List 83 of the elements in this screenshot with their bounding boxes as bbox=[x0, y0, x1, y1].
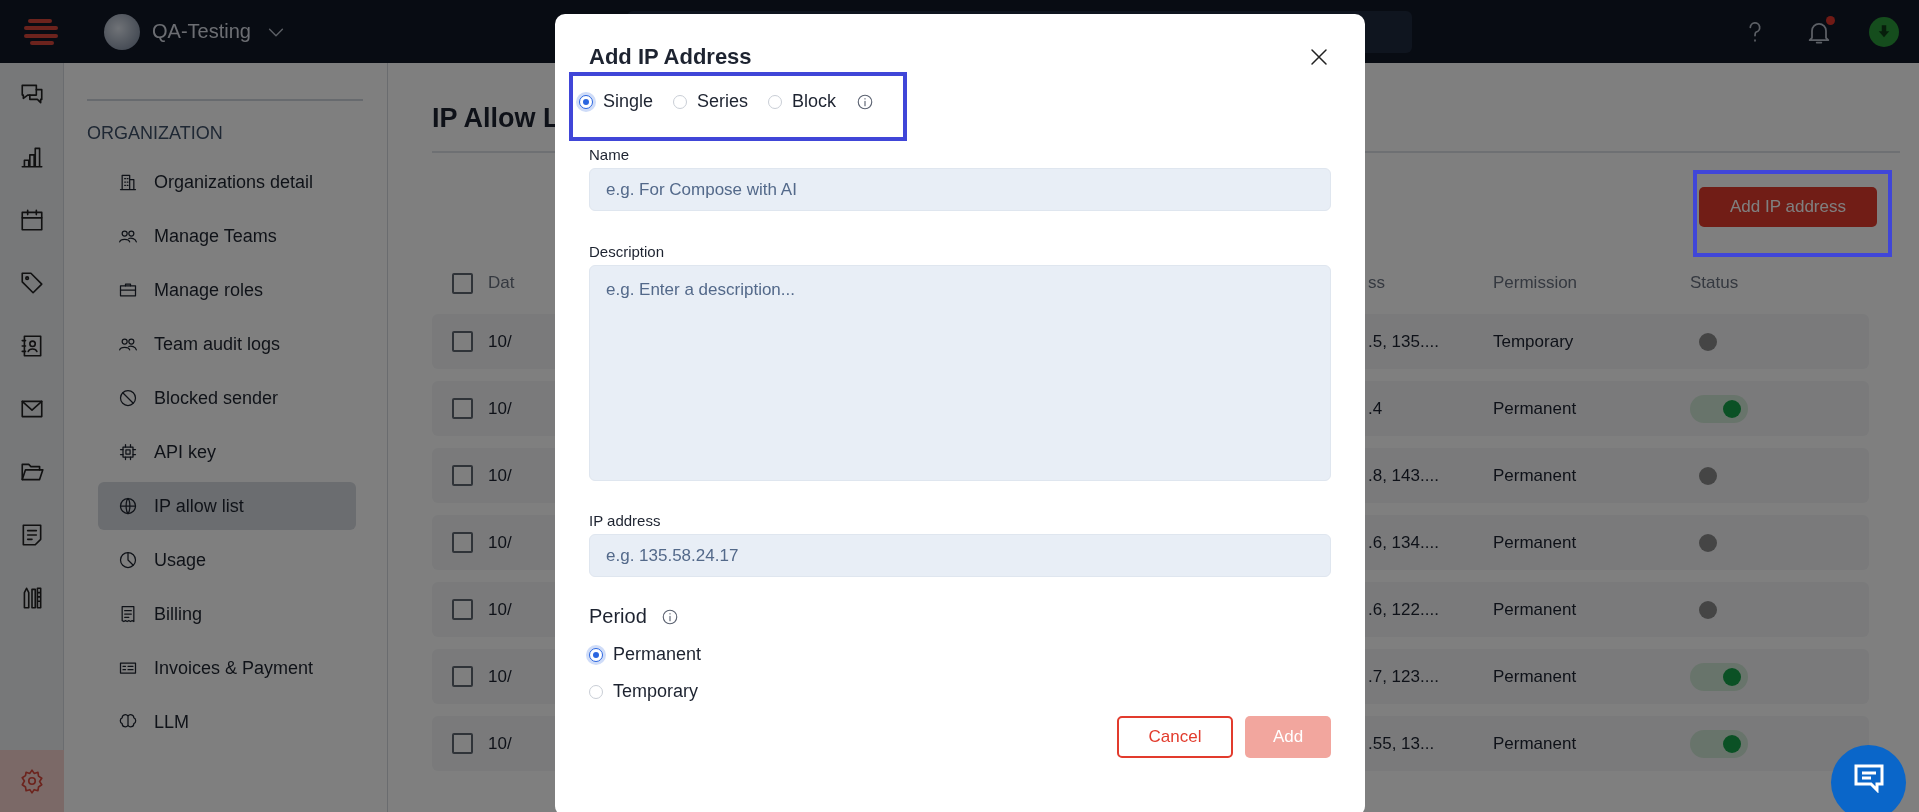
status-toggle[interactable] bbox=[1690, 662, 1748, 691]
sidebar-item[interactable]: IP allow list bbox=[98, 482, 356, 530]
row-checkbox[interactable] bbox=[452, 398, 473, 419]
pie-chart-icon bbox=[118, 550, 138, 570]
period-radio[interactable]: Temporary bbox=[589, 681, 699, 702]
table-cell: .55, 13... bbox=[1368, 733, 1435, 754]
column-header: ss bbox=[1368, 273, 1385, 293]
sidebar-item[interactable]: Organizations detail bbox=[98, 158, 356, 206]
table-cell: 10/ bbox=[488, 599, 512, 620]
status-toggle[interactable] bbox=[1699, 332, 1717, 351]
row-checkbox[interactable] bbox=[452, 465, 473, 486]
row-checkbox[interactable] bbox=[452, 666, 473, 687]
table-cell: Permanent bbox=[1493, 733, 1577, 754]
ip-address-field[interactable]: e.g. 135.58.24.17 bbox=[589, 534, 1331, 577]
type-radio[interactable]: Block bbox=[768, 91, 837, 112]
status-toggle[interactable] bbox=[1690, 729, 1748, 758]
rail-button[interactable] bbox=[0, 750, 64, 812]
info-icon bbox=[660, 607, 679, 626]
section-heading: ORGANIZATION bbox=[87, 123, 224, 144]
name-field[interactable]: e.g. For Compose with AI bbox=[589, 168, 1331, 211]
section-title: Period bbox=[589, 605, 647, 628]
row-checkbox[interactable] bbox=[452, 532, 473, 553]
table-cell: 10/ bbox=[488, 733, 512, 754]
chip-icon bbox=[118, 442, 138, 462]
table-cell: .8, 143.... bbox=[1368, 465, 1439, 486]
org-switcher[interactable]: QA-Testing bbox=[152, 20, 287, 43]
sidebar-item[interactable]: Manage Teams bbox=[98, 212, 356, 260]
table-cell: .4 bbox=[1368, 398, 1383, 419]
type-radio[interactable]: Series bbox=[673, 91, 749, 112]
globe-icon bbox=[118, 496, 138, 516]
table-cell: .6, 134.... bbox=[1368, 532, 1439, 553]
sidebar-item[interactable]: Invoices & Payment bbox=[98, 644, 356, 692]
tag-icon bbox=[18, 270, 45, 296]
field-label: IP address bbox=[589, 512, 662, 529]
table-cell: 10/ bbox=[488, 398, 512, 419]
table-cell: 10/ bbox=[488, 532, 512, 553]
calendar-icon bbox=[18, 207, 45, 233]
table-cell: .6, 122.... bbox=[1368, 599, 1439, 620]
status-toggle[interactable] bbox=[1699, 600, 1717, 619]
table-cell: Permanent bbox=[1493, 398, 1577, 419]
type-radio[interactable]: Single bbox=[579, 91, 654, 112]
blocked-icon bbox=[118, 388, 138, 408]
field-label: Name bbox=[589, 146, 630, 163]
avatar[interactable] bbox=[104, 13, 140, 50]
row-checkbox[interactable] bbox=[452, 331, 473, 352]
table-cell: .5, 135.... bbox=[1368, 331, 1439, 352]
sidebar-item[interactable]: API key bbox=[98, 428, 356, 476]
select-all-checkbox[interactable] bbox=[452, 272, 473, 294]
sidebar-item[interactable]: Manage roles bbox=[98, 266, 356, 314]
cancel-button[interactable]: Cancel bbox=[1117, 716, 1233, 758]
table-cell: Permanent bbox=[1493, 666, 1577, 687]
download-icon[interactable] bbox=[1869, 16, 1899, 47]
status-toggle[interactable] bbox=[1699, 466, 1717, 485]
chat-icon bbox=[1852, 763, 1885, 793]
dialog-title: Add IP Address bbox=[589, 44, 752, 70]
add-ip-button[interactable]: Add IP address bbox=[1699, 187, 1877, 227]
table-cell: 10/ bbox=[488, 666, 512, 687]
row-checkbox[interactable] bbox=[452, 599, 473, 620]
info-icon bbox=[856, 92, 875, 111]
column-header: Status bbox=[1690, 273, 1739, 293]
settings-icon bbox=[18, 768, 45, 794]
status-toggle[interactable] bbox=[1699, 533, 1717, 552]
description-field[interactable]: e.g. Enter a description... bbox=[589, 265, 1331, 481]
table-cell: Permanent bbox=[1493, 532, 1577, 553]
table-cell: Temporary bbox=[1493, 331, 1574, 352]
sidebar-item[interactable]: Billing bbox=[98, 590, 356, 638]
table-cell: Permanent bbox=[1493, 599, 1577, 620]
sidebar-item[interactable]: Usage bbox=[98, 536, 356, 584]
status-toggle[interactable] bbox=[1690, 394, 1748, 423]
sidebar-item[interactable]: Team audit logs bbox=[98, 320, 356, 368]
table-cell: .7, 123.... bbox=[1368, 666, 1439, 687]
table-cell: Permanent bbox=[1493, 465, 1577, 486]
sidebar-item[interactable]: LLM bbox=[98, 698, 356, 746]
building-icon bbox=[118, 172, 138, 192]
table-cell: 10/ bbox=[488, 331, 512, 352]
sidebar-item[interactable]: Blocked sender bbox=[98, 374, 356, 422]
period-radio[interactable]: Permanent bbox=[589, 644, 702, 665]
column-header: Dat bbox=[488, 273, 515, 293]
table-cell: 10/ bbox=[488, 465, 512, 486]
row-checkbox[interactable] bbox=[452, 733, 473, 754]
field-label: Description bbox=[589, 243, 666, 260]
logo-icon bbox=[24, 18, 58, 45]
column-header: Permission bbox=[1493, 273, 1578, 293]
